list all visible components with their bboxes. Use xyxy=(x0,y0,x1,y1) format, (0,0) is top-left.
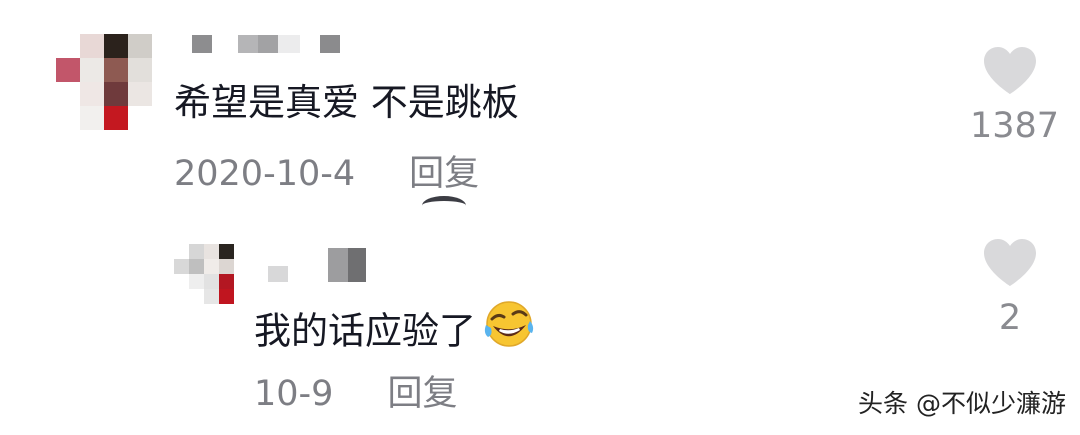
like-button[interactable]: 2 xyxy=(970,238,1050,338)
reply-button[interactable]: 回复 xyxy=(387,374,457,414)
heart-icon xyxy=(984,47,1036,94)
avatar[interactable] xyxy=(56,34,152,130)
reply-button[interactable]: 回复 xyxy=(409,154,479,194)
comment-meta: 10-9 回复 xyxy=(254,374,457,414)
comment-date: 10-9 xyxy=(254,374,334,414)
swipe-indicator xyxy=(422,196,466,215)
username-pixelated[interactable] xyxy=(192,35,340,53)
comment-date: 2020-10-4 xyxy=(174,154,356,194)
comment-meta: 2020-10-4 回复 xyxy=(174,154,479,194)
comment-text-content: 我的话应验了 xyxy=(254,309,476,353)
heart-icon xyxy=(984,239,1036,286)
username-pixelated[interactable] xyxy=(268,248,366,282)
watermark: 头条 @不似少濂游 xyxy=(858,389,1066,418)
comment-text: 我的话应验了 xyxy=(254,301,536,363)
comment-text: 希望是真爱 不是跳板 xyxy=(174,81,519,124)
avatar[interactable] xyxy=(174,244,234,304)
like-count: 1387 xyxy=(970,106,1060,146)
like-count: 2 xyxy=(998,298,1022,338)
laughing-crying-emoji-icon xyxy=(482,299,536,359)
like-button[interactable]: 1387 xyxy=(970,46,1060,146)
